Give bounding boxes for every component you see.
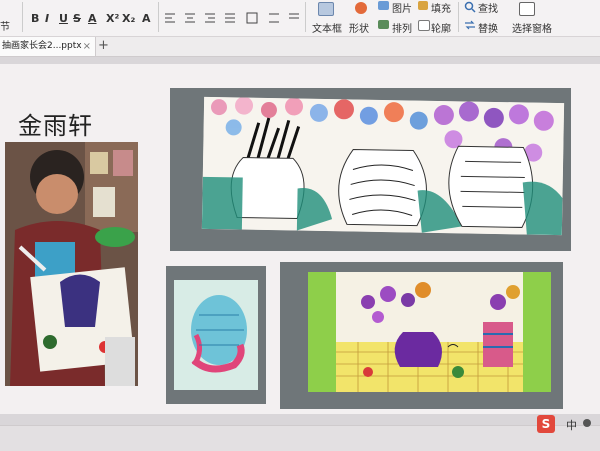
section-button[interactable]: 节	[0, 18, 10, 33]
superscript-button[interactable]: X²	[106, 12, 119, 25]
artwork-frame-still-life[interactable]	[280, 262, 563, 409]
artwork-egg-image	[174, 280, 258, 390]
outline-icon	[418, 20, 430, 31]
ime-language-toggle[interactable]: 中	[566, 417, 577, 433]
replace-button[interactable]: 替换	[478, 20, 498, 35]
ime-settings-icon[interactable]	[583, 419, 591, 427]
strikethrough-button[interactable]: S	[73, 12, 81, 25]
artwork-egg	[174, 280, 258, 390]
new-tab-button[interactable]: +	[98, 37, 109, 55]
sogou-ime-icon[interactable]: S	[537, 415, 555, 433]
shape-button[interactable]: 形状	[349, 20, 369, 35]
artwork-frame-vases[interactable]	[170, 88, 571, 251]
font-color-button[interactable]: A	[88, 12, 97, 25]
artwork-vases-image	[201, 96, 565, 236]
divider	[158, 2, 159, 32]
artwork-vases	[201, 96, 565, 236]
text-box-button[interactable]: 文本框	[312, 20, 342, 35]
picture-icon	[378, 1, 389, 10]
divider	[305, 2, 306, 32]
artwork-still-life-image	[308, 272, 551, 392]
divider	[22, 2, 23, 32]
artwork-still-life	[308, 272, 551, 392]
child-photo[interactable]	[5, 142, 138, 386]
selection-pane-icon	[519, 2, 535, 16]
status-bar	[0, 425, 600, 451]
artwork-frame-egg[interactable]	[166, 266, 266, 404]
child-photo-image	[5, 142, 138, 386]
paragraph-align-icons[interactable]	[165, 12, 305, 26]
slide-title[interactable]: 金雨轩	[18, 106, 93, 141]
search-icon	[464, 1, 476, 13]
underline-button[interactable]: U	[59, 12, 68, 25]
arrange-button[interactable]: 排列	[392, 20, 412, 35]
bold-button[interactable]: B	[31, 12, 39, 25]
outline-button[interactable]: 轮廓	[431, 20, 451, 35]
ribbon-toolbar: 节 B I U S A X² X₂ A 文本框 形状 图片 排列 填充 轮廓 查…	[0, 0, 600, 37]
find-button[interactable]: 查找	[478, 0, 498, 15]
selection-pane-button[interactable]: 选择窗格	[512, 20, 552, 35]
divider	[458, 2, 459, 32]
italic-button[interactable]: I	[45, 12, 49, 25]
document-tab-label: 抽画家长会2...pptx	[2, 41, 82, 51]
fill-icon	[418, 1, 428, 10]
subscript-button[interactable]: X₂	[122, 12, 135, 25]
text-box-icon	[318, 2, 334, 16]
fill-button[interactable]: 填充	[431, 0, 451, 15]
arrange-icon	[378, 20, 389, 29]
document-tab-bar: 抽画家长会2...pptx × +	[0, 37, 600, 57]
document-tab[interactable]: 抽画家长会2...pptx ×	[0, 37, 96, 56]
replace-icon	[465, 20, 475, 30]
picture-button[interactable]: 图片	[392, 0, 412, 15]
shape-icon	[355, 2, 367, 14]
close-tab-icon[interactable]: ×	[83, 37, 91, 56]
text-effect-button[interactable]: A	[142, 12, 151, 25]
